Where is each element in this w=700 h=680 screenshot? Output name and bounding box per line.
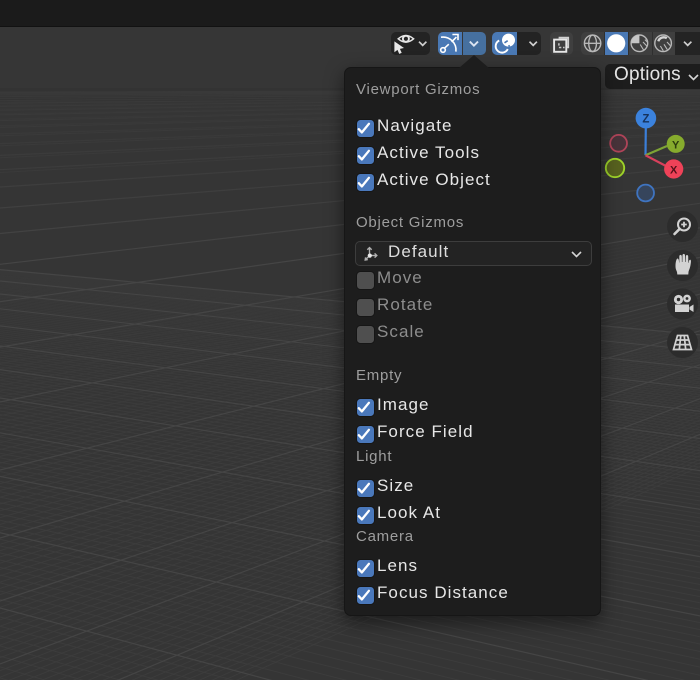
svg-text:Y: Y [672, 139, 680, 151]
svg-text:X: X [670, 165, 678, 177]
svg-text:Z: Z [642, 114, 649, 126]
